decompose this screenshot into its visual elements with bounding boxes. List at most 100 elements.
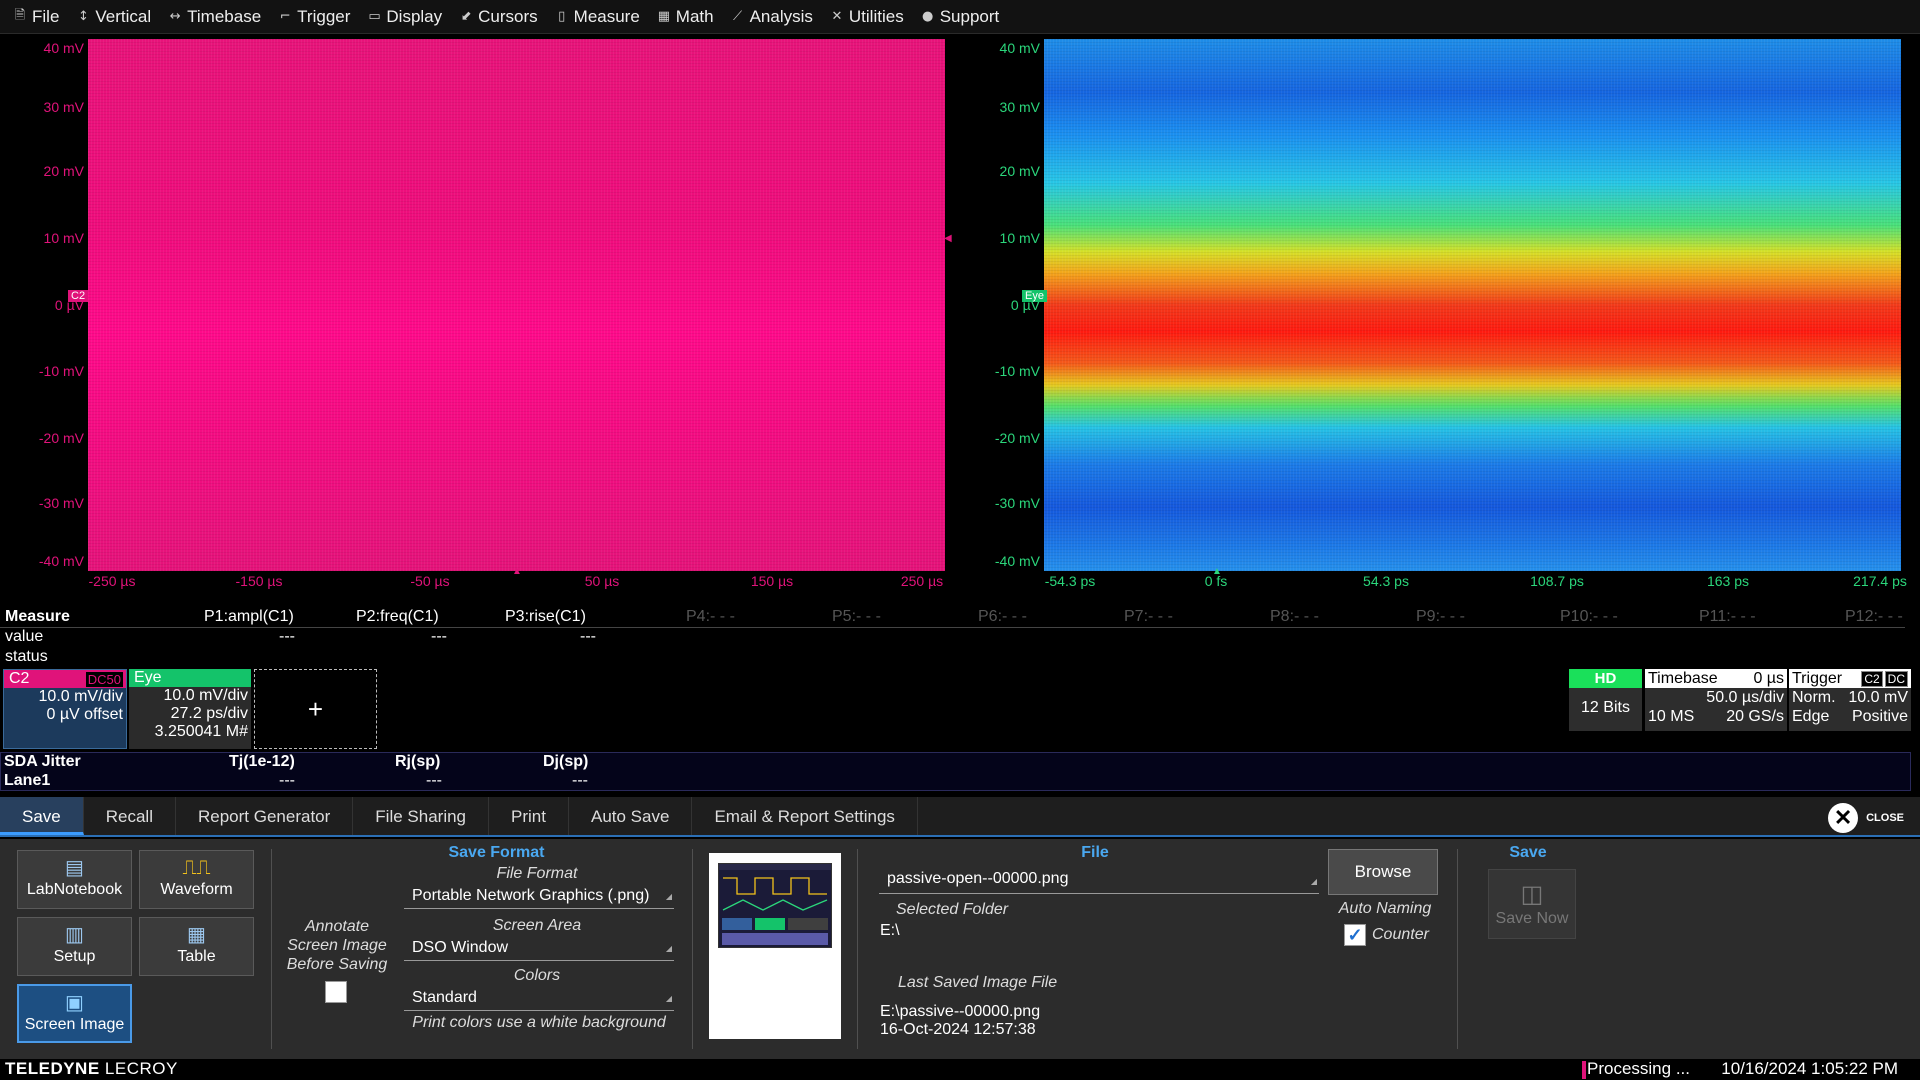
measure-param-header[interactable]: P3:rise(C1) (505, 608, 586, 626)
trigger-descriptor[interactable]: Trigger C2 DC Norm. 10.0 mV Edge Positive (1789, 669, 1911, 731)
eye-diagram-grid[interactable] (1044, 39, 1901, 571)
close-button[interactable]: ✕ CLOSE (1828, 803, 1904, 833)
menu-vertical[interactable]: ↕ Vertical (69, 0, 161, 34)
brand-bold: TELEDYNE (5, 1059, 100, 1078)
measure-title: Measure (5, 608, 70, 625)
timebase-icon: ↔ (169, 9, 181, 24)
trigger-slope: Positive (1851, 708, 1908, 725)
hd-label: HD (1569, 669, 1642, 688)
trigger-source-badge: C2 (1861, 671, 1883, 687)
file-format-select[interactable]: Portable Network Graphics (.png) (404, 885, 674, 909)
c2-coupling-badge: DC50 (84, 670, 124, 688)
divider (857, 849, 858, 1049)
measure-param-header[interactable]: P6:- - - (978, 608, 1027, 626)
menu-label: Math (675, 6, 714, 26)
eye-position-marker[interactable]: ▲ (1212, 566, 1222, 577)
timebase-rate: 20 GS/s (1726, 708, 1784, 725)
menu-label: Vertical (95, 6, 152, 26)
x-tick-label: -250 µs (88, 573, 136, 589)
add-trace-button[interactable]: + (254, 669, 377, 749)
analysis-icon: ⟋ (733, 9, 743, 24)
measure-param-header[interactable]: P10:- - - (1560, 608, 1618, 626)
y-tick-label: 40 mV (999, 40, 1040, 56)
measure-param-value: --- (279, 628, 295, 645)
annotate-checkbox[interactable] (325, 981, 347, 1003)
menu-math[interactable]: ▦ Math (650, 0, 724, 34)
channel-tag-c2[interactable]: C2 (68, 290, 89, 302)
trigger-level-marker[interactable]: ◀ (944, 233, 952, 244)
save-title: Save (1509, 844, 1547, 861)
menu-support[interactable]: ● Support (914, 0, 1010, 34)
colors-select[interactable]: Standard (404, 987, 674, 1011)
timebase-tdiv: 50.0 µs/div (1706, 689, 1784, 706)
labnotebook-icon: ▤ (65, 857, 84, 879)
menu-utilities[interactable]: ✕ Utilities (823, 0, 914, 34)
counter-checkbox[interactable]: ✓ (1344, 924, 1366, 946)
timebase-descriptor[interactable]: Timebase 0 µs 50.0 µs/div 10 MS 20 GS/s (1645, 669, 1787, 731)
menu-trigger[interactable]: ⌐ Trigger (271, 0, 360, 34)
measure-param-header[interactable]: P5:- - - (832, 608, 881, 626)
waveform-tile[interactable]: ⎍⎍ Waveform (139, 850, 254, 909)
menu-file[interactable]: 🗎 File (6, 0, 69, 34)
selected-folder-value: E:\ (880, 922, 900, 939)
menu-display[interactable]: ▭ Display (360, 0, 452, 34)
sda-col-rj: Rj(sp) (395, 753, 441, 770)
menu-timebase[interactable]: ↔ Timebase (161, 0, 271, 34)
tab-email-report-settings[interactable]: Email & Report Settings (692, 797, 918, 835)
hd-descriptor[interactable]: HD 12 Bits (1569, 669, 1642, 731)
menu-label: Analysis (749, 6, 813, 26)
tab-file-sharing[interactable]: File Sharing (353, 797, 490, 835)
dialog-tabs: Save Recall Report Generator File Sharing Pr… (0, 797, 1920, 837)
measure-param-header[interactable]: P11:- - - (1699, 608, 1756, 626)
x-tick-label: -150 µs (235, 573, 283, 589)
trigger-type: Edge (1792, 708, 1830, 725)
measure-param-header[interactable]: P7:- - - (1124, 608, 1173, 626)
measure-param-header[interactable]: P4:- - - (686, 608, 735, 626)
y-tick-label: 30 mV (999, 99, 1040, 115)
y-tick-label: 10 mV (43, 230, 84, 246)
tab-save[interactable]: Save (0, 797, 84, 835)
x-tick-label: 163 ps (1706, 573, 1750, 589)
eye-descriptor[interactable]: Eye 10.0 mV/div 27.2 ps/div 3.250041 M# (129, 669, 251, 749)
waveform-grid-c2[interactable] (88, 39, 945, 571)
channel-tag-eye[interactable]: Eye (1022, 290, 1047, 302)
menu-measure[interactable]: ▯ Measure (548, 0, 650, 34)
screen-image-tile[interactable]: ▣ Screen Image (17, 984, 132, 1043)
trigger-mode: Norm. (1792, 689, 1836, 706)
setup-tile[interactable]: ▥ Setup (17, 917, 132, 976)
status-bar: TELEDYNE LECROY Processing ... 10/16/202… (0, 1059, 1920, 1080)
timebase-title: Timebase (1648, 670, 1718, 687)
divider (271, 849, 272, 1049)
measure-param-header[interactable]: P2:freq(C1) (356, 608, 439, 626)
tab-print[interactable]: Print (489, 797, 569, 835)
x-tick-label: -50 µs (410, 573, 450, 589)
menu-label: File (32, 6, 60, 26)
measure-param-header[interactable]: P8:- - - (1270, 608, 1319, 626)
filename-input[interactable]: passive-open--00000.png (879, 868, 1319, 894)
eye-vdiv: 10.0 mV/div (163, 687, 248, 704)
tab-report-generator[interactable]: Report Generator (176, 797, 354, 835)
menu-label: Measure (573, 6, 640, 26)
screen-image-icon: ▣ (65, 992, 84, 1014)
save-now-button[interactable]: ◫ Save Now (1488, 869, 1576, 939)
y-tick-label: -30 mV (994, 495, 1040, 511)
browse-button[interactable]: Browse (1328, 849, 1438, 895)
table-tile[interactable]: ▦ Table (139, 917, 254, 976)
labnotebook-tile[interactable]: ▤ LabNotebook (17, 850, 132, 909)
measure-param-header[interactable]: P12:- - - (1845, 608, 1903, 626)
menu-label: Cursors (478, 6, 538, 26)
sda-value-rj: --- (426, 772, 442, 789)
measure-param-header[interactable]: P9:- - - (1416, 608, 1465, 626)
tab-auto-save[interactable]: Auto Save (569, 797, 693, 835)
trigger-position-marker[interactable]: ▲ (512, 566, 522, 577)
menu-analysis[interactable]: ⟋ Analysis (724, 0, 823, 34)
measure-param-header[interactable]: P1:ampl(C1) (204, 608, 294, 626)
timebase-delay: 0 µs (1753, 670, 1784, 687)
table-icon: ▦ (187, 924, 206, 946)
colors-label: Colors (513, 967, 561, 984)
y-tick-label: -30 mV (38, 495, 84, 511)
c2-descriptor[interactable]: C2 DC50 10.0 mV/div 0 µV offset (3, 669, 127, 749)
tab-recall[interactable]: Recall (84, 797, 176, 835)
menu-cursors[interactable]: ⬋ Cursors (452, 0, 548, 34)
screen-area-select[interactable]: DSO Window (404, 937, 674, 961)
